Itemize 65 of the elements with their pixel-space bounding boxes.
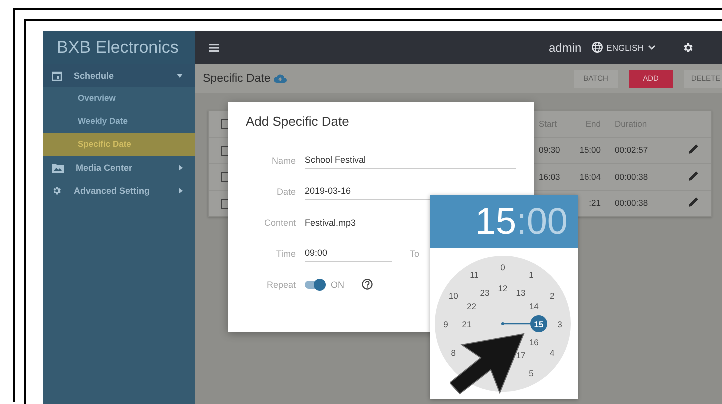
caret-right-icon: [179, 188, 183, 194]
table-cell: 16:04: [580, 172, 601, 182]
caret-down-icon: [177, 74, 183, 78]
globe-icon: [592, 42, 603, 53]
field-value: Festival.mp3: [305, 218, 356, 228]
table-cell: 09:30: [539, 145, 560, 156]
brand-title: BXB Electronics: [43, 31, 195, 64]
menu-item[interactable]: Media Center: [43, 156, 195, 179]
table-cell: 00:02:57: [615, 145, 648, 156]
input-field[interactable]: 09:00: [305, 245, 392, 262]
edit-icon[interactable]: [689, 144, 699, 154]
hour-number[interactable]: 17: [516, 350, 526, 360]
clock-hand[interactable]: [502, 316, 548, 332]
settings-icon: [52, 186, 62, 196]
field-label: Name: [270, 156, 296, 166]
image-folder-icon: [52, 162, 64, 172]
menu-icon[interactable]: [209, 44, 219, 52]
hour-number[interactable]: 1: [529, 270, 534, 280]
language-selector[interactable]: ENGLISH: [592, 42, 656, 53]
settings-icon[interactable]: [682, 42, 694, 54]
table-cell: 00:00:38: [615, 172, 648, 182]
caret-right-icon: [179, 164, 183, 170]
field-label: Repeat: [266, 280, 296, 290]
table-cell: 16:03: [539, 172, 560, 182]
hour-number[interactable]: 11: [470, 270, 479, 280]
table-cell: :21: [589, 198, 601, 208]
hour-number[interactable]: 23: [480, 288, 490, 298]
dialog-title: Add Specific Date: [245, 113, 350, 131]
table-cell: 15:00: [580, 145, 601, 156]
edit-icon[interactable]: [689, 170, 699, 181]
table-cell: 00:00:38: [615, 198, 648, 208]
toggle-switch[interactable]: [305, 280, 325, 288]
hour-number[interactable]: 2: [550, 290, 555, 301]
field-label: Content: [263, 218, 296, 228]
language-label: ENGLISH: [606, 42, 644, 52]
submenu-item[interactable]: Weekly Date: [43, 110, 195, 133]
hour-number[interactable]: 21: [462, 319, 472, 330]
hour-number[interactable]: 12: [498, 283, 508, 294]
hour-number[interactable]: 9: [444, 319, 448, 330]
help-icon[interactable]: [362, 279, 372, 290]
page-title: Specific Date: [203, 72, 271, 84]
hour-number[interactable]: 16: [529, 337, 539, 348]
hour-number[interactable]: 0: [500, 262, 506, 272]
hour-number[interactable]: 14: [529, 301, 539, 312]
submenu-item[interactable]: Overview: [43, 87, 195, 110]
hour-number[interactable]: 5: [529, 368, 534, 379]
hour-number[interactable]: 4: [550, 348, 555, 358]
field-label: Date: [276, 186, 296, 196]
hour-number[interactable]: 22: [467, 301, 477, 312]
hour-display[interactable]: 15: [475, 201, 517, 242]
hour-number[interactable]: 3: [558, 319, 562, 330]
hour-number[interactable]: 8: [451, 348, 456, 358]
field-label: Time: [275, 248, 296, 258]
chevron-down-icon: [648, 45, 656, 50]
input-field[interactable]: School Festival: [305, 152, 516, 169]
menu-item[interactable]: Advanced Setting: [43, 179, 195, 202]
edit-icon[interactable]: [689, 197, 699, 208]
hour-number[interactable]: 10: [448, 290, 458, 301]
calendar-icon: [52, 70, 62, 80]
menu-item[interactable]: Schedule: [43, 64, 195, 87]
field-label: To: [410, 248, 420, 258]
hour-number[interactable]: 13: [516, 288, 526, 298]
time-separator: :: [516, 201, 527, 242]
toggle-label: ON: [331, 280, 344, 290]
user-name[interactable]: admin: [548, 40, 582, 54]
